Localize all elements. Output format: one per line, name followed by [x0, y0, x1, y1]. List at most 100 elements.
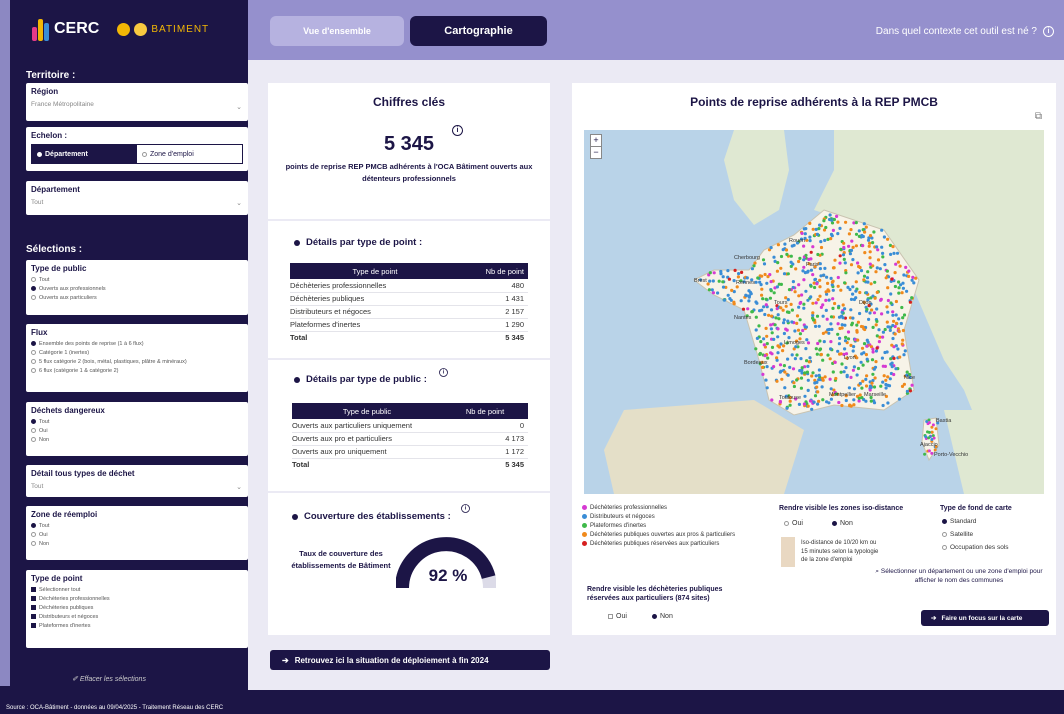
map-point: [781, 308, 785, 312]
iso-oui-option[interactable]: Oui: [784, 520, 803, 527]
radio-option[interactable]: Oui: [26, 530, 248, 539]
map-point: [876, 258, 881, 262]
expand-icon[interactable]: ⧉: [1035, 111, 1042, 122]
info-icon[interactable]: i: [452, 125, 463, 136]
map-point: [883, 327, 887, 332]
map-point: [891, 336, 895, 341]
deployment-link-button[interactable]: ➔ Retrouvez ici la situation de déploiem…: [270, 650, 550, 670]
city-label: Brest: [694, 278, 707, 284]
map-point: [809, 284, 813, 288]
map-point: [758, 309, 762, 313]
map-point: [859, 360, 863, 364]
map-point: [777, 282, 781, 286]
radio-option[interactable]: Ensemble des points de reprise (1 à 6 fl…: [26, 339, 248, 348]
tab-vue-ensemble[interactable]: Vue d'ensemble: [270, 16, 404, 46]
map-point: [818, 262, 822, 266]
map-point: [770, 398, 774, 402]
map-point: [844, 335, 848, 339]
map-point: [770, 331, 774, 335]
map-point: [807, 360, 811, 364]
checkbox-option[interactable]: Plateformes d'inertes: [26, 621, 248, 630]
radio-option[interactable]: 5 flux catégorie 2 (bois, métal, plastiq…: [26, 357, 248, 366]
table-cell: Distributeurs et négoces: [290, 305, 460, 319]
particuliers-oui-option[interactable]: Oui: [608, 613, 627, 620]
map-point: [802, 278, 806, 282]
tab-cartographie[interactable]: Cartographie: [410, 16, 547, 46]
map-point: [759, 340, 763, 344]
checkbox-option[interactable]: Sélectionner tout: [26, 585, 248, 594]
radio-option[interactable]: Non: [26, 435, 248, 444]
map-point: [802, 302, 806, 306]
map-point: [763, 312, 767, 317]
radio-icon: [31, 286, 36, 291]
echelon-zone-emploi-option[interactable]: Zone d'emploi: [137, 145, 242, 163]
table1-header-type[interactable]: Type de point: [290, 263, 460, 279]
map-point: [900, 291, 904, 295]
selections-heading: Sélections :: [26, 244, 83, 255]
map-point: [787, 310, 791, 314]
fond-option[interactable]: Occupation des sols: [942, 544, 1009, 551]
radio-option[interactable]: Oui: [26, 426, 248, 435]
radio-option[interactable]: Ouverts aux particuliers: [26, 293, 248, 302]
checkbox-option[interactable]: Distributeurs et négoces: [26, 612, 248, 621]
departement-dropdown[interactable]: Département Tout ⌄: [26, 181, 248, 215]
checkbox-option[interactable]: Déchèteries publiques: [26, 603, 248, 612]
map-point: [829, 276, 833, 280]
map-point: [905, 289, 909, 293]
option-label: Oui: [39, 427, 48, 434]
map-point: [862, 222, 866, 226]
legend-dot-icon: [582, 523, 587, 528]
checkbox-option[interactable]: Déchèteries professionnelles: [26, 594, 248, 603]
zoom-in-button[interactable]: +: [591, 135, 601, 146]
context-link[interactable]: Dans quel contexte cet outil est né ? i: [876, 26, 1054, 37]
region-dropdown[interactable]: Région France Métropolitaine ⌄: [26, 83, 248, 121]
map-point: [823, 375, 827, 379]
map-point: [806, 364, 810, 368]
radio-option[interactable]: Catégorie 1 (inertes): [26, 348, 248, 357]
iso-non-option[interactable]: Non: [832, 520, 853, 527]
table1-header-nb[interactable]: Nb de point: [460, 263, 528, 279]
legend-label: Déchèteries publiques réservées aux part…: [590, 540, 720, 547]
map-point: [816, 402, 820, 406]
map-point: [717, 279, 721, 283]
map-point: [824, 290, 828, 294]
map-view[interactable]: + − Cherbourg Rouen Brest Paris Rennes Nantes…: [584, 130, 1044, 494]
map-point: [821, 314, 825, 318]
cerc-mark-icon: [32, 17, 50, 41]
table2-header-type[interactable]: Type de public: [292, 403, 442, 419]
particuliers-non-option[interactable]: Non: [652, 613, 673, 620]
focus-map-button[interactable]: ➔ Faire un focus sur la carte: [921, 610, 1049, 626]
radio-option[interactable]: Ouverts aux professionnels: [26, 284, 248, 293]
clear-selections-button[interactable]: ✐ Effacer les sélections: [72, 675, 146, 683]
map-point: [871, 372, 875, 376]
map-point: [819, 274, 823, 278]
checkbox-icon: [31, 614, 36, 619]
map-point: [901, 328, 905, 333]
echelon-departement-option[interactable]: Département: [32, 145, 137, 163]
focus-map-label: Faire un focus sur la carte: [941, 614, 1023, 622]
map-point: [809, 250, 813, 254]
radio-option[interactable]: Tout: [26, 417, 248, 426]
radio-option[interactable]: Non: [26, 539, 248, 548]
fond-heading: Type de fond de carte: [940, 505, 1012, 512]
map-point: [863, 230, 867, 234]
map-point: [815, 232, 820, 236]
map-point: [817, 378, 821, 382]
option-label: Oui: [792, 520, 803, 527]
fond-option[interactable]: Standard: [942, 518, 976, 525]
radio-icon: [31, 295, 36, 300]
detail-dechet-dropdown[interactable]: Détail tous types de déchet Tout ⌄: [26, 465, 248, 497]
table-cell: Déchèteries publiques: [290, 292, 460, 306]
info-icon[interactable]: i: [439, 368, 448, 377]
fond-option[interactable]: Satellite: [942, 531, 973, 538]
radio-option[interactable]: Tout: [26, 275, 248, 284]
map-point: [934, 427, 938, 431]
city-label: Cherbourg: [734, 255, 760, 261]
table2-header-nb[interactable]: Nb de point: [442, 403, 528, 419]
map-point: [866, 270, 870, 274]
radio-option[interactable]: Tout: [26, 521, 248, 530]
zoom-out-button[interactable]: −: [591, 146, 601, 158]
radio-option[interactable]: 6 flux (catégorie 1 & catégorie 2): [26, 366, 248, 375]
map-point: [803, 325, 807, 329]
info-icon[interactable]: i: [461, 504, 470, 513]
